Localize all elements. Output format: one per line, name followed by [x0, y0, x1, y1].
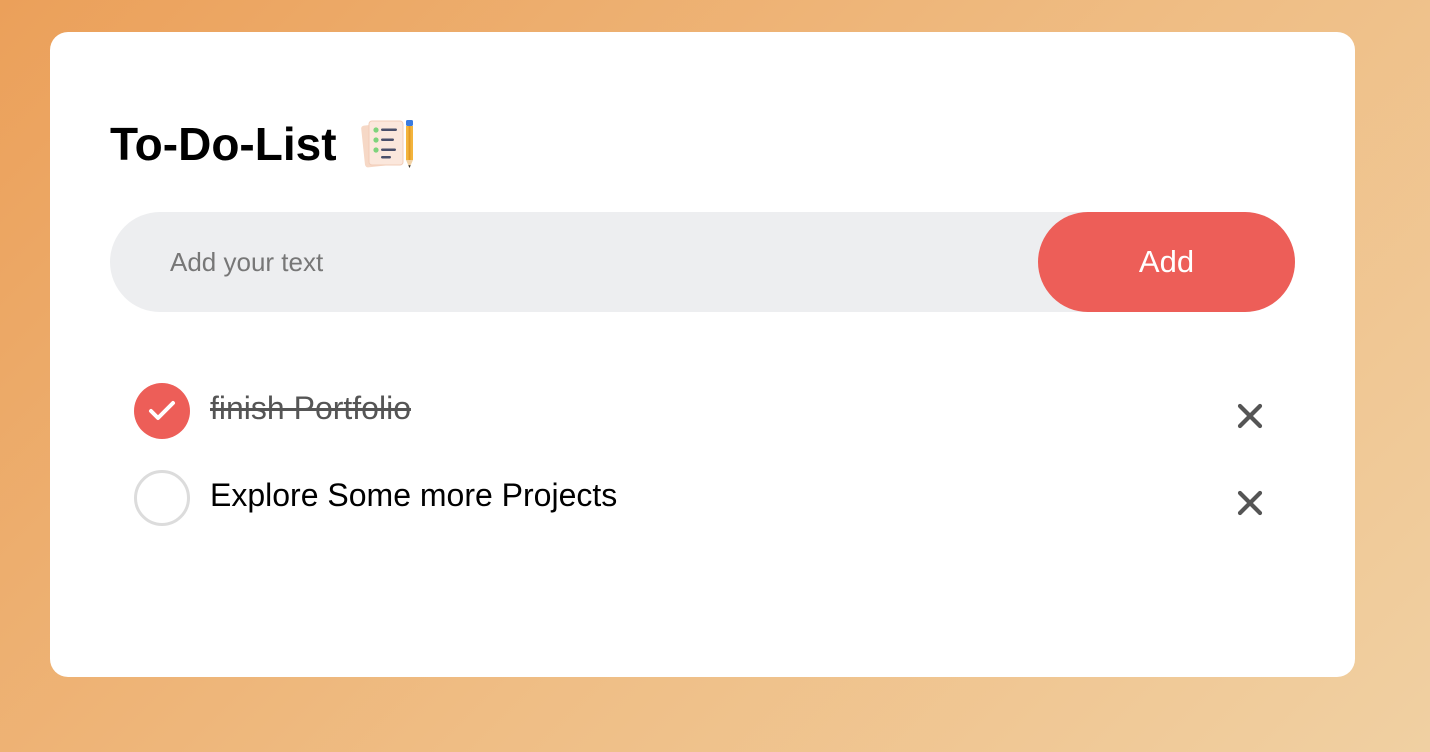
- task-checkbox-checked[interactable]: [134, 383, 190, 439]
- add-task-bar: Add: [110, 212, 1295, 312]
- task-text: Explore Some more Projects: [210, 477, 618, 513]
- checklist-pencil-icon: [359, 116, 417, 172]
- todo-card: To-Do-List Add your text Add finish Port…: [50, 32, 1355, 677]
- close-icon[interactable]: [1236, 402, 1264, 430]
- task-input[interactable]: [110, 212, 1030, 312]
- close-icon[interactable]: [1236, 489, 1264, 517]
- task-item[interactable]: Explore Some more Projects: [134, 469, 1264, 556]
- add-button[interactable]: Add: [1038, 212, 1295, 312]
- title-row: To-Do-List: [110, 116, 417, 172]
- task-checkbox-unchecked[interactable]: [134, 470, 190, 526]
- task-item[interactable]: finish Portfolio: [134, 382, 1264, 469]
- page-title: To-Do-List: [110, 118, 337, 170]
- task-text: finish Portfolio: [210, 390, 411, 426]
- task-list: finish Portfolio Explore Some more Proje…: [134, 382, 1264, 556]
- check-icon: [149, 401, 175, 420]
